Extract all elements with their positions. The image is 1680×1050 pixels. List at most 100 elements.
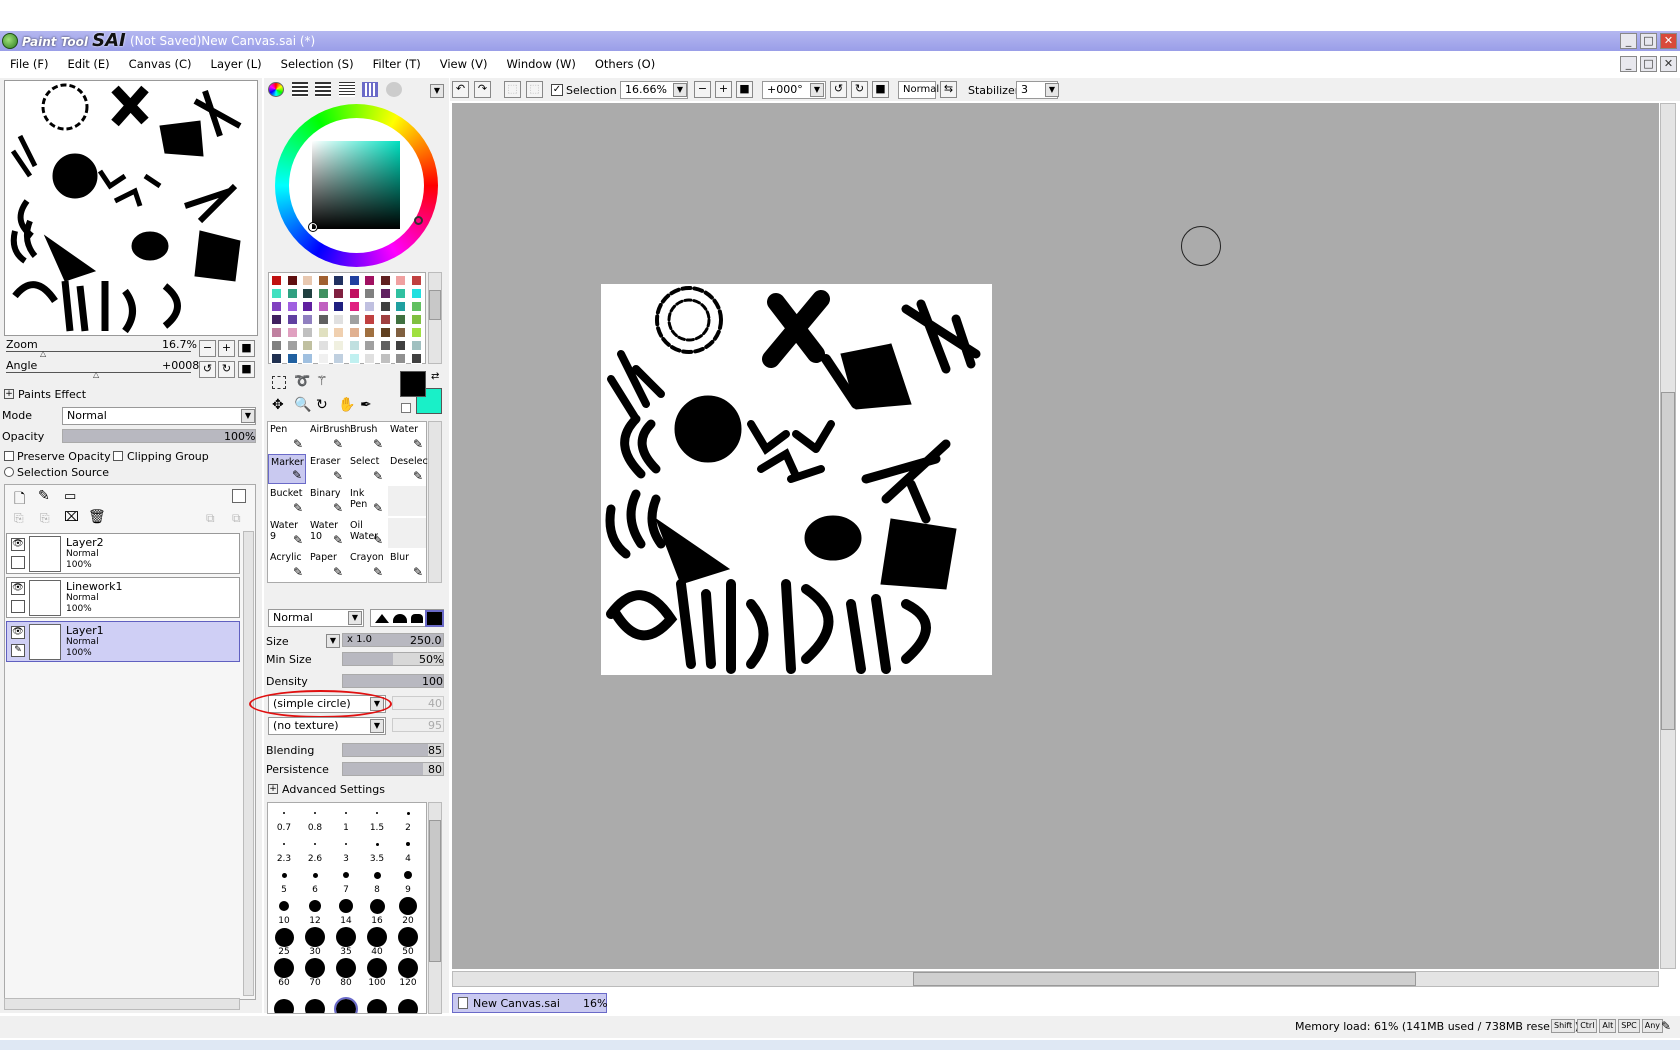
- advanced-expand-icon[interactable]: +: [268, 784, 278, 794]
- hand-tool-icon[interactable]: ✋: [338, 397, 355, 413]
- color-swatch[interactable]: [395, 301, 406, 312]
- color-swatch[interactable]: [410, 314, 422, 325]
- brush-shape-selector[interactable]: [370, 609, 444, 627]
- brush-size-dot[interactable]: [336, 958, 356, 978]
- layer-lock-icon[interactable]: [11, 556, 25, 569]
- color-swatch[interactable]: [348, 314, 360, 325]
- color-swatch[interactable]: [302, 353, 313, 364]
- color-swatch[interactable]: [348, 353, 360, 364]
- close-button[interactable]: ✕: [1660, 33, 1677, 49]
- brush-size-dot[interactable]: [305, 927, 325, 947]
- color-swatch[interactable]: [348, 288, 360, 299]
- brush-size-dot[interactable]: [305, 999, 325, 1013]
- zoom-in-button[interactable]: +: [218, 340, 235, 357]
- tool-button[interactable]: Paper ✎: [308, 550, 346, 580]
- color-swatch[interactable]: [410, 327, 422, 338]
- soft-edge-icon[interactable]: [393, 614, 407, 623]
- redo-button[interactable]: ↷: [474, 81, 491, 98]
- color-mix-tab-icon[interactable]: [338, 82, 355, 97]
- color-swatch[interactable]: [302, 314, 313, 325]
- color-swatch[interactable]: [302, 301, 313, 312]
- color-swatch[interactable]: [379, 314, 391, 325]
- scratchpad-tab-icon[interactable]: [385, 82, 402, 97]
- brush-size-dot[interactable]: [339, 899, 353, 913]
- merge-down-icon[interactable]: ⎘: [40, 511, 50, 526]
- tool-button[interactable]: Blur ✎: [388, 550, 426, 580]
- flip-view-button[interactable]: ⇆: [940, 81, 957, 98]
- color-swatch[interactable]: [379, 353, 391, 364]
- color-swatch[interactable]: [395, 314, 406, 325]
- remove-mask-icon[interactable]: ⧉: [232, 511, 241, 526]
- brush-size-dot[interactable]: [274, 958, 294, 978]
- color-swatch[interactable]: [302, 340, 313, 351]
- menu-item[interactable]: Edit (E): [68, 57, 110, 71]
- toolbar-rotate-reset-button[interactable]: ■: [872, 81, 889, 98]
- color-swatches[interactable]: [268, 272, 426, 364]
- swatches-scroll-thumb[interactable]: [429, 290, 441, 320]
- color-swatch[interactable]: [410, 340, 422, 351]
- new-folder-icon[interactable]: ▭: [64, 489, 76, 504]
- advanced-settings-label[interactable]: Advanced Settings: [282, 783, 385, 796]
- move-tool-icon[interactable]: ✥: [272, 397, 284, 413]
- brush-size-dot[interactable]: [314, 843, 316, 845]
- color-swatch[interactable]: [395, 327, 406, 338]
- transfer-down-icon[interactable]: ⎘: [14, 511, 24, 526]
- hsv-slider-tab-icon[interactable]: [315, 82, 331, 97]
- brush-size-dot[interactable]: [406, 842, 410, 846]
- rotate-reset-button[interactable]: ■: [238, 361, 255, 378]
- brush-size-dot[interactable]: [376, 812, 378, 814]
- visibility-eye-icon[interactable]: 👁: [11, 626, 25, 639]
- toolbar-rotate-right-button[interactable]: ↻: [851, 81, 868, 98]
- selection-checkbox[interactable]: ✓: [551, 84, 563, 96]
- brush-size-dot[interactable]: [283, 843, 285, 845]
- tool-button[interactable]: Oil Water ✎: [348, 518, 386, 548]
- tool-button[interactable]: Water 9 ✎: [268, 518, 306, 548]
- tool-button[interactable]: Binary ✎: [308, 486, 346, 516]
- brush-size-dot[interactable]: [345, 812, 347, 814]
- color-swatch[interactable]: [333, 314, 344, 325]
- delete-layer-icon[interactable]: 🗑: [88, 509, 106, 525]
- color-swatch[interactable]: [286, 327, 298, 338]
- color-swatch[interactable]: [286, 275, 298, 286]
- layer-mode-select[interactable]: Normal: [62, 407, 256, 425]
- new-linework-layer-icon[interactable]: ✎: [38, 488, 50, 504]
- color-swatch[interactable]: [410, 353, 422, 364]
- layer-lock-icon[interactable]: [11, 600, 25, 613]
- saturation-value-square[interactable]: [312, 141, 400, 229]
- color-swatch[interactable]: [379, 275, 391, 286]
- invert-selection-button[interactable]: ⬚: [526, 81, 543, 98]
- zoom-slider-thumb[interactable]: △: [40, 349, 46, 358]
- toolbar-zoom-out-button[interactable]: −: [694, 81, 711, 98]
- color-swatch[interactable]: [410, 288, 422, 299]
- tool-button[interactable]: AirBrush ✎: [308, 422, 350, 452]
- eyedropper-icon[interactable]: ✒: [360, 397, 372, 413]
- rect-select-icon[interactable]: [272, 376, 286, 389]
- zoom-out-button[interactable]: −: [199, 340, 216, 357]
- brush-size-dot[interactable]: [283, 812, 285, 814]
- brush-size-dot[interactable]: [367, 958, 387, 978]
- deselect-button[interactable]: ⬚: [504, 81, 521, 98]
- color-swatch[interactable]: [271, 353, 282, 364]
- zoom-tool-icon[interactable]: 🔍: [294, 397, 311, 413]
- zoom-slider[interactable]: [6, 351, 191, 352]
- color-swatch[interactable]: [364, 275, 375, 286]
- brush-size-dot[interactable]: [312, 872, 318, 878]
- magic-wand-icon[interactable]: ⚚: [316, 374, 328, 389]
- swatches-tab-icon[interactable]: [362, 82, 378, 97]
- canvas-vscroll-thumb[interactable]: [1661, 392, 1675, 730]
- brush-size-dot[interactable]: [309, 900, 321, 912]
- color-swatch[interactable]: [333, 288, 344, 299]
- angle-slider-thumb[interactable]: △: [93, 370, 99, 379]
- rotate-left-button[interactable]: ↺: [199, 361, 216, 378]
- tool-button[interactable]: Water 10 ✎: [308, 518, 346, 548]
- chevron-down-icon[interactable]: ▼: [241, 409, 255, 423]
- clear-layer-icon[interactable]: ⌧: [64, 510, 79, 525]
- color-swatch[interactable]: [364, 301, 375, 312]
- color-swatch[interactable]: [395, 275, 406, 286]
- menu-item[interactable]: Canvas (C): [129, 57, 192, 71]
- menu-item[interactable]: View (V): [440, 57, 488, 71]
- color-swatch[interactable]: [317, 353, 329, 364]
- brush-size-scroll-thumb[interactable]: [429, 820, 441, 962]
- color-swatch[interactable]: [333, 327, 344, 338]
- apply-mask-icon[interactable]: ⧉: [206, 511, 215, 526]
